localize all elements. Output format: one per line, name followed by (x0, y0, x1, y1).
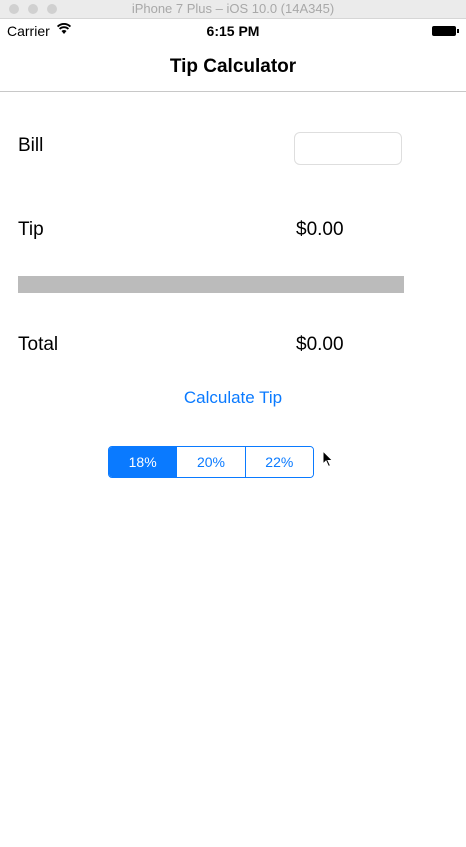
bill-input[interactable] (294, 132, 402, 165)
divider-bar (18, 276, 404, 293)
total-label: Total (18, 334, 59, 355)
tip-percent-segmented-control[interactable]: 18% 20% 22% (108, 446, 314, 478)
segment-18-percent[interactable]: 18% (109, 447, 177, 477)
simulator-title: iPhone 7 Plus – iOS 10.0 (14A345) (131, 1, 335, 16)
tip-label: Tip (18, 219, 44, 240)
simulator-title-bar: iPhone 7 Plus – iOS 10.0 (14A345) (0, 0, 466, 19)
tip-amount: $0.00 (296, 219, 344, 240)
battery-icon (432, 26, 456, 36)
segment-22-percent[interactable]: 22% (244, 447, 313, 477)
status-time: 6:15 PM (206, 23, 260, 39)
page-title: Tip Calculator (169, 56, 297, 77)
status-bar: Carrier 6:15 PM (0, 19, 466, 43)
bill-label: Bill (18, 135, 44, 156)
total-amount: $0.00 (296, 334, 344, 355)
segment-20-percent[interactable]: 20% (176, 447, 245, 477)
calculate-tip-button[interactable]: Calculate Tip (0, 388, 466, 408)
navigation-bar: Tip Calculator (0, 43, 466, 92)
battery-tip (457, 29, 459, 33)
mouse-cursor-icon (322, 450, 334, 468)
